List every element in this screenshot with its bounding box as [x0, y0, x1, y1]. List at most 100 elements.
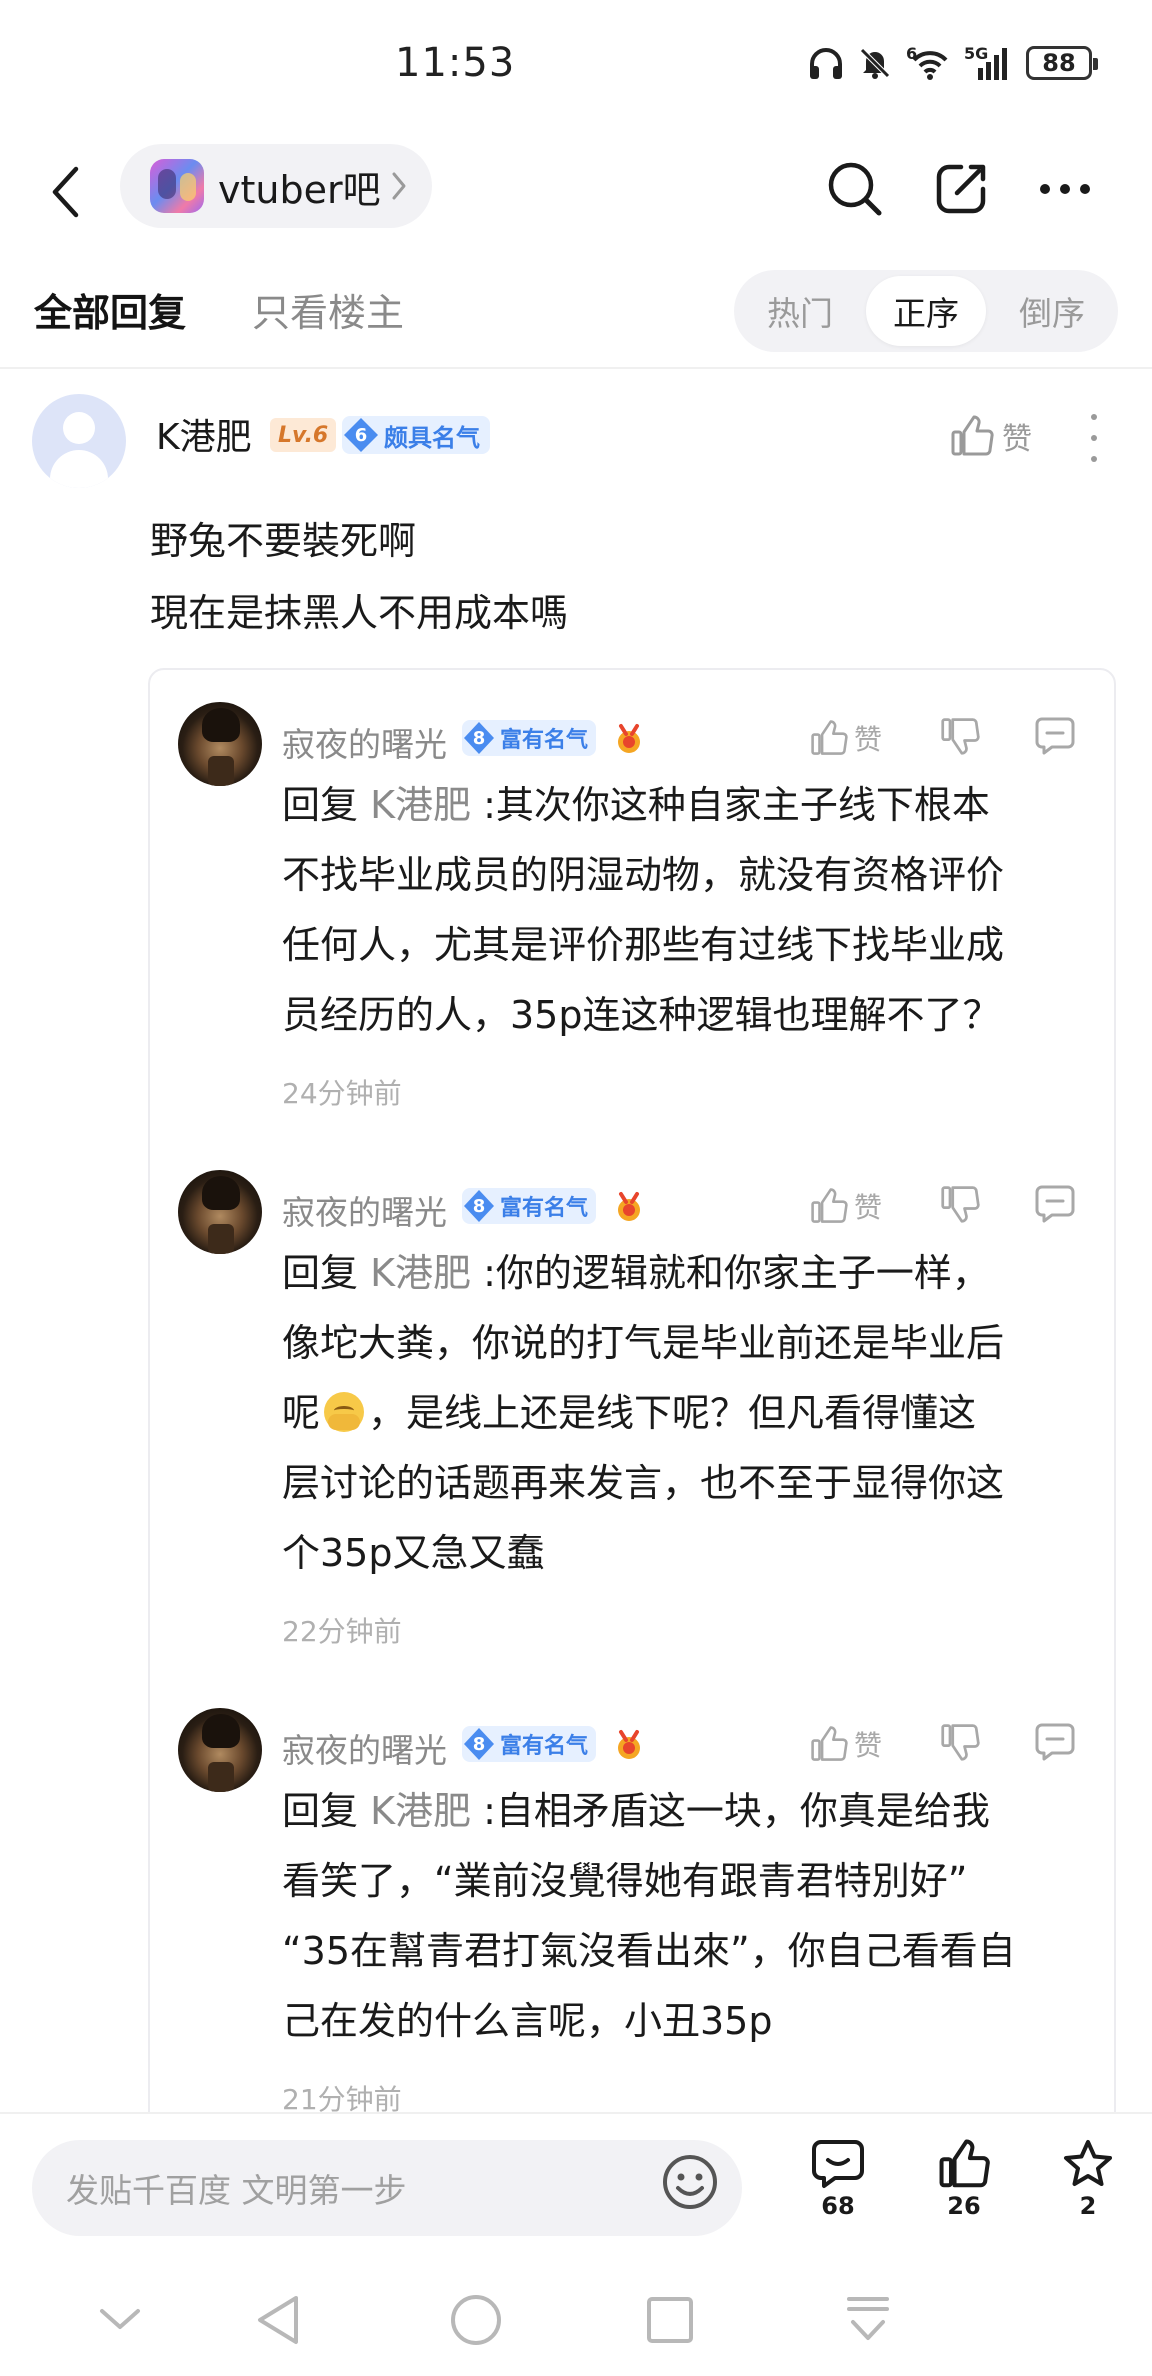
- reply-line: :你的逻辑就和你家主子一样，: [471, 1251, 990, 1295]
- comment-icon[interactable]: [1034, 716, 1076, 756]
- like-label: 赞: [854, 723, 883, 756]
- reply-prefix: 回复: [282, 1789, 371, 1833]
- thumbs-down-icon[interactable]: [940, 716, 980, 756]
- status-time: 11:53: [395, 40, 516, 86]
- diamond-icon: 8: [462, 720, 496, 756]
- headphones-icon: [810, 48, 842, 79]
- fame-level: 8: [472, 1733, 486, 1755]
- more-button[interactable]: [1030, 154, 1100, 224]
- search-button[interactable]: [820, 154, 890, 224]
- bottom-action-bar: 发贴千百度 文明第一步 68 26 2: [0, 2112, 1152, 2262]
- reply-line: 任何人，尤其是评价那些有过线下找毕业成: [282, 923, 1005, 967]
- reply-time: 22分钟前: [282, 1615, 402, 1648]
- edit-button[interactable]: [926, 154, 996, 224]
- likes-button[interactable]: 26: [924, 2138, 1004, 2220]
- sort-desc[interactable]: 倒序: [992, 276, 1112, 346]
- down-arrow-icon: [847, 2297, 889, 2340]
- mute-bell-icon: [860, 48, 890, 79]
- tab-op-only[interactable]: 只看楼主: [252, 282, 404, 337]
- avatar[interactable]: [178, 702, 262, 786]
- reply-line: 像坨大粪，你说的打气是毕业前还是毕业后: [282, 1321, 1005, 1365]
- emoji-icon[interactable]: [660, 2152, 720, 2212]
- sort-hot[interactable]: 热门: [740, 276, 860, 346]
- chevron-down-icon: [100, 2309, 140, 2329]
- reply-input[interactable]: 发贴千百度 文明第一步: [32, 2140, 742, 2236]
- reply-like-button[interactable]: 赞: [810, 1186, 882, 1226]
- fame-level: 6: [354, 424, 368, 446]
- post-content: 野兔不要裝死啊 現在是抹黑人不用成本嗎: [150, 505, 568, 649]
- thumbs-up-icon: [811, 1726, 848, 1761]
- reply-prefix: 回复: [282, 1251, 371, 1295]
- comments-button[interactable]: 68: [798, 2138, 878, 2220]
- diamond-icon: 8: [462, 1726, 496, 1762]
- reply-line: ，是线上还是线下呢？但凡看得懂这: [368, 1391, 977, 1435]
- search-icon: [828, 162, 882, 216]
- post-author[interactable]: K港肥: [156, 408, 252, 460]
- nav-back-button[interactable]: [248, 2290, 308, 2350]
- smile-emoji-icon: [324, 1392, 365, 1432]
- comment-icon[interactable]: [1034, 1722, 1076, 1762]
- forum-avatar: [150, 159, 204, 213]
- reply-like-button[interactable]: 赞: [810, 1724, 882, 1764]
- thumbs-up-icon: [951, 415, 994, 456]
- star-icon: [1064, 2140, 1112, 2186]
- thumbs-up-icon: [939, 2139, 990, 2188]
- back-button[interactable]: [40, 162, 90, 222]
- comment-icon: [812, 2140, 864, 2188]
- favorite-button[interactable]: 2: [1048, 2138, 1128, 2220]
- reply-author[interactable]: 寂夜的曙光: [282, 718, 447, 766]
- top-nav: vtuber吧: [0, 140, 1152, 250]
- nav-recents-button[interactable]: [640, 2290, 700, 2350]
- fame-badge: 8 富有名气: [462, 720, 597, 756]
- nav-collapse-button[interactable]: [90, 2290, 150, 2350]
- reply-line: “35在幫青君打氣沒看出來”，你自己看看自: [282, 1929, 1016, 1973]
- reply-content: 回复 K港肥 :你的逻辑就和你家主子一样， 像坨大粪，你说的打气是毕业前还是毕业…: [282, 1238, 1082, 1588]
- reply-line: 呢: [282, 1391, 321, 1435]
- fame-level: 8: [472, 1195, 486, 1217]
- fame-level: 8: [472, 727, 486, 749]
- reply-prefix: 回复: [282, 783, 371, 827]
- fame-label: 富有名气: [500, 728, 589, 753]
- reply-like-button[interactable]: 赞: [810, 718, 882, 758]
- signal-icon: 5G: [964, 46, 1012, 80]
- circle-home-icon: [451, 2295, 501, 2345]
- nav-download-button[interactable]: [838, 2290, 898, 2350]
- comment-icon[interactable]: [1034, 1184, 1076, 1224]
- back-chevron-icon: [52, 166, 79, 218]
- triangle-back-icon: [258, 2296, 298, 2344]
- like-button[interactable]: 赞: [950, 414, 1032, 458]
- reply-content: 回复 K港肥 :其次你这种自家主子线下根本 不找毕业成员的阴湿动物，就没有资格评…: [282, 770, 1082, 1050]
- post-more-button[interactable]: [1080, 414, 1108, 462]
- thumbs-down-icon[interactable]: [940, 1184, 980, 1224]
- sort-segmented-control: 热门 正序 倒序: [734, 270, 1118, 352]
- wifi-icon: 6: [906, 46, 950, 80]
- reply-author[interactable]: 寂夜的曙光: [282, 1186, 447, 1234]
- avatar[interactable]: [32, 394, 126, 488]
- nav-home-button[interactable]: [446, 2290, 506, 2350]
- reply-line: 层讨论的话题再来发言，也不至于显得你这: [282, 1461, 1005, 1505]
- avatar[interactable]: [178, 1708, 262, 1792]
- fame-badge: 8 富有名气: [462, 1188, 597, 1224]
- tab-all-replies[interactable]: 全部回复: [34, 282, 186, 337]
- reply-line: :自相矛盾这一块，你真是给我: [471, 1789, 990, 1833]
- reply-line: :其次你这种自家主子线下根本: [471, 783, 990, 827]
- avatar[interactable]: [178, 1170, 262, 1254]
- medal-icon: [618, 1730, 640, 1759]
- edit-icon: [936, 164, 986, 214]
- system-nav-bar: [0, 2262, 1152, 2376]
- reply-author[interactable]: 寂夜的曙光: [282, 1724, 447, 1772]
- post-line: 現在是抹黑人不用成本嗎: [150, 591, 569, 635]
- reply-mention[interactable]: K港肥: [370, 783, 471, 827]
- chevron-right-icon: [392, 172, 406, 200]
- diamond-icon: 8: [462, 1188, 496, 1224]
- fame-label: 富有名气: [500, 1734, 589, 1759]
- thumbs-down-icon[interactable]: [940, 1722, 980, 1762]
- sort-asc[interactable]: 正序: [866, 276, 986, 346]
- fame-label: 颇具名气: [384, 423, 480, 452]
- reply-mention[interactable]: K港肥: [370, 1251, 471, 1295]
- fame-badge: 8 富有名气: [462, 1726, 597, 1762]
- reply-tabs: 全部回复 只看楼主 热门 正序 倒序: [0, 262, 1152, 362]
- forum-entry-button[interactable]: vtuber吧: [120, 144, 432, 228]
- reply-mention[interactable]: K港肥: [370, 1789, 471, 1833]
- thumbs-up-icon: [811, 1188, 848, 1223]
